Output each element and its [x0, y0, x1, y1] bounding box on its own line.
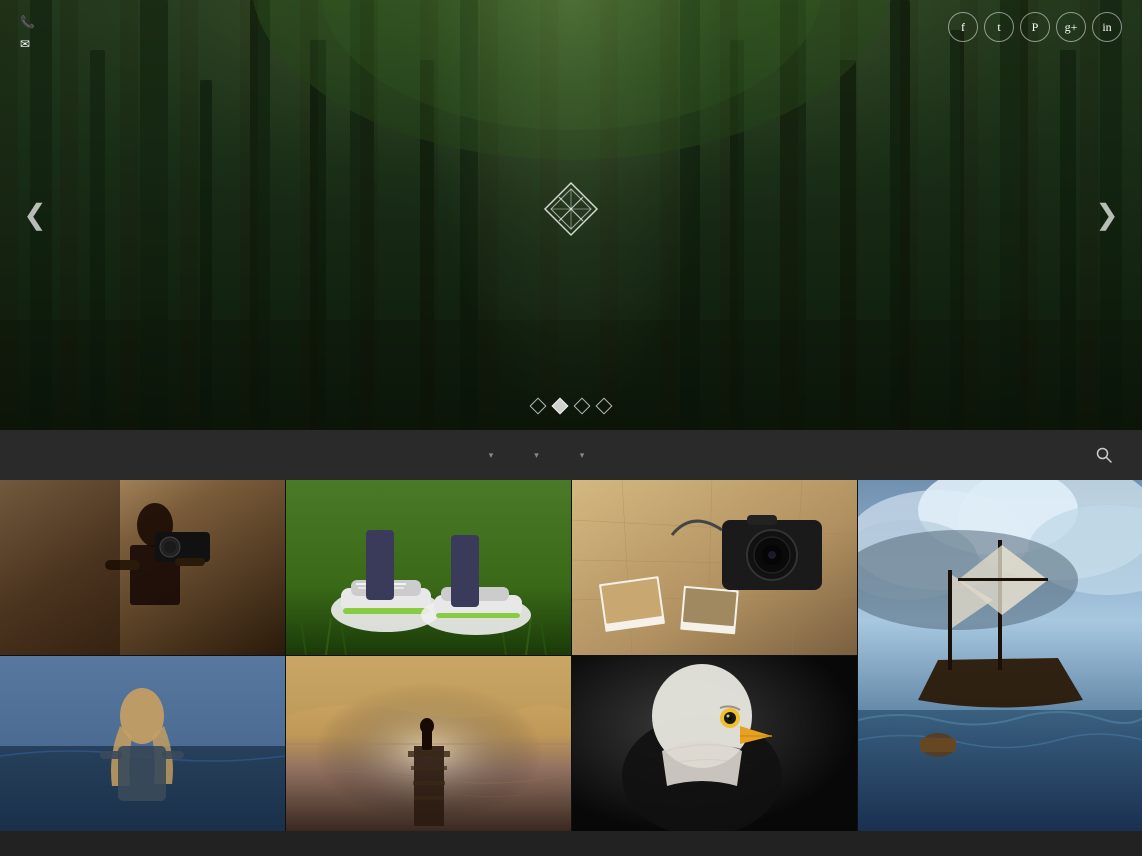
nav-item-layouts[interactable]: ▾: [512, 430, 558, 480]
search-icon: [1096, 447, 1112, 463]
nav-items: ▾ ▾ ▾: [20, 430, 1086, 480]
nav-item-blog[interactable]: ▾: [558, 430, 604, 480]
slider-dot-4[interactable]: [596, 398, 613, 415]
nav-item-styling[interactable]: [603, 430, 639, 480]
slider-dot-2[interactable]: [552, 398, 569, 415]
instagram-icon[interactable]: in: [1092, 12, 1122, 42]
nav-item-category[interactable]: ▾: [467, 430, 513, 480]
slider-next-button[interactable]: ❯: [1087, 195, 1127, 235]
logo-diamond: [541, 179, 601, 239]
navbar: ▾ ▾ ▾: [0, 430, 1142, 480]
email-row: ✉: [20, 34, 41, 56]
photo-map[interactable]: [572, 480, 857, 655]
pinterest-icon[interactable]: P: [1020, 12, 1050, 42]
layouts-dropdown-arrow: ▾: [534, 450, 540, 461]
facebook-icon[interactable]: f: [948, 12, 978, 42]
photo-horizon[interactable]: [286, 656, 571, 831]
email-icon: ✉: [20, 34, 30, 56]
photo-grid: [0, 480, 1142, 831]
nav-item-contact[interactable]: [639, 430, 675, 480]
photo-girl[interactable]: [0, 656, 285, 831]
top-bar: 📞 ✉ f t P g+ in: [0, 0, 1142, 67]
photo-shoes[interactable]: [286, 480, 571, 655]
nav-item-home[interactable]: [431, 430, 467, 480]
social-icons: f t P g+ in: [948, 12, 1122, 42]
slider-dot-3[interactable]: [574, 398, 591, 415]
category-dropdown-arrow: ▾: [489, 450, 495, 461]
photo-camera[interactable]: [0, 480, 285, 655]
photo-ship[interactable]: [858, 480, 1142, 831]
logo-svg: [541, 179, 601, 239]
blog-dropdown-arrow: ▾: [580, 450, 586, 461]
slider-prev-button[interactable]: ❮: [15, 195, 55, 235]
phone-row: 📞: [20, 12, 41, 34]
phone-icon: 📞: [20, 12, 35, 34]
hero-section: 📞 ✉ f t P g+ in: [0, 0, 1142, 430]
twitter-icon[interactable]: t: [984, 12, 1014, 42]
contact-info: 📞 ✉: [20, 12, 41, 55]
photo-eagle[interactable]: [572, 656, 857, 831]
search-button[interactable]: [1086, 430, 1122, 480]
slider-dots: [532, 400, 610, 412]
slider-dot-1[interactable]: [530, 398, 547, 415]
google-plus-icon[interactable]: g+: [1056, 12, 1086, 42]
